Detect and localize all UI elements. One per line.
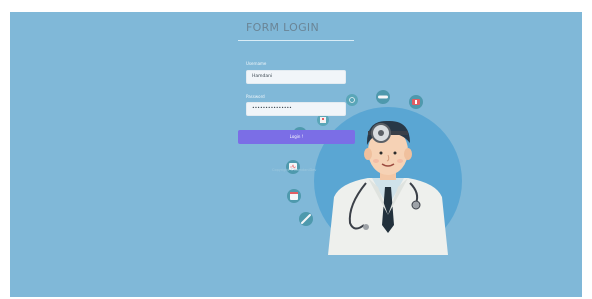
login-button[interactable]: Login ! [238,130,355,144]
first-aid-kit-icon [409,95,423,109]
calendar-icon [287,189,301,203]
password-label: Password [246,94,265,99]
username-label: Username [246,61,267,66]
password-input[interactable]: ••••••••••••••• [246,102,346,116]
form-title: FORM LOGIN [246,21,320,34]
stethoscope-icon [346,94,358,106]
copyright-text: Copyright ©HamdaniDev [272,168,317,172]
syringe-icon [299,212,313,226]
pill-icon [376,90,390,104]
title-divider [238,40,354,41]
username-input[interactable]: Hamdani [246,70,346,84]
